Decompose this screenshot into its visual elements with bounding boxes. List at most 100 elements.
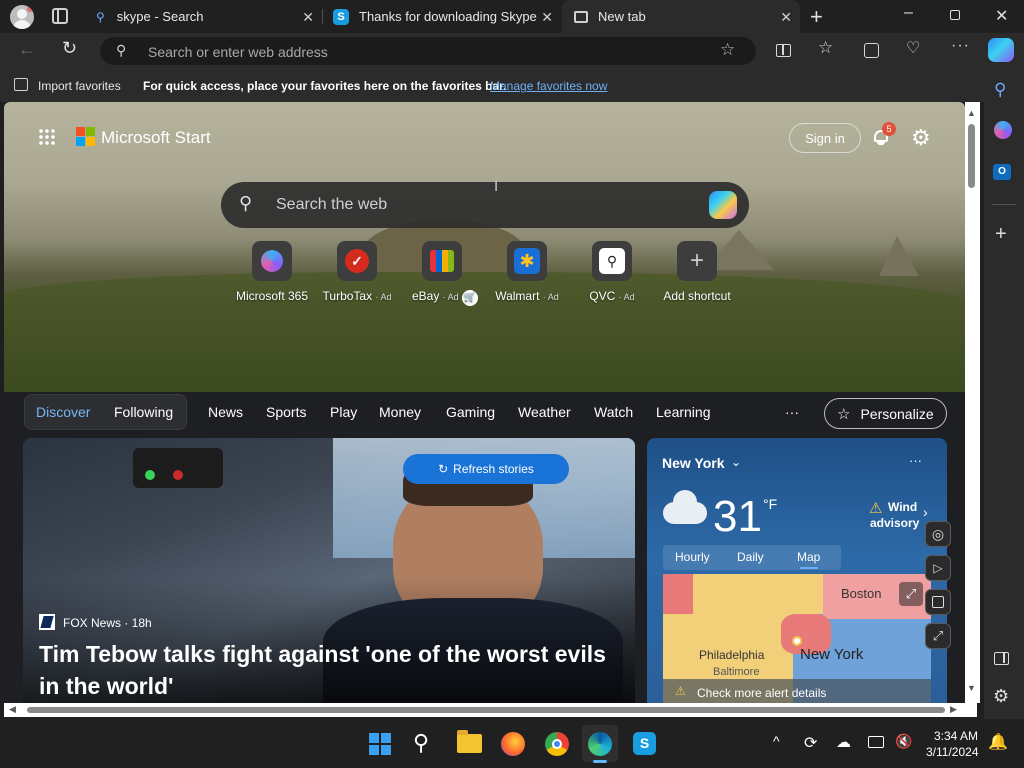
wind-advisory-line1[interactable]: Wind: [888, 500, 917, 514]
favorites-icon[interactable]: ☆: [818, 38, 833, 58]
outlook-icon[interactable]: O: [993, 164, 1011, 180]
scroll-left-arrow-icon[interactable]: ◀: [9, 704, 16, 715]
notification-bell-icon[interactable]: 🔔: [988, 732, 1008, 752]
check-alert-details-link[interactable]: Check more alert details: [697, 686, 826, 700]
scroll-up-arrow-icon[interactable]: ▲: [967, 108, 976, 118]
add-sidebar-app-icon[interactable]: +: [995, 223, 1007, 246]
sidebar-settings-gear-icon[interactable]: ⚙: [993, 686, 1009, 707]
chrome-icon[interactable]: [545, 732, 569, 756]
weather-city[interactable]: New York: [662, 455, 725, 471]
address-bar[interactable]: ⚲ Search or enter web address ☆: [100, 37, 756, 65]
theme-palette-button[interactable]: ◎: [925, 521, 951, 547]
minimize-button[interactable]: –: [904, 4, 913, 22]
browser-essentials-icon[interactable]: ♡: [906, 38, 920, 58]
chevron-right-icon[interactable]: ›: [923, 504, 928, 520]
quick-link-turbotax[interactable]: ✓: [337, 241, 377, 281]
close-tab-icon[interactable]: ✕: [302, 9, 314, 26]
copilot-icon[interactable]: [709, 191, 737, 219]
settings-more-icon[interactable]: ···: [951, 37, 970, 55]
manage-favorites-link[interactable]: Manage favorites now: [490, 79, 607, 93]
cloud-offline-icon[interactable]: ☁: [836, 733, 851, 751]
chevron-down-icon[interactable]: ⌄: [731, 455, 741, 469]
restore-button[interactable]: [950, 10, 960, 20]
scroll-down-arrow-icon[interactable]: ▼: [967, 683, 976, 693]
horizontal-scrollbar[interactable]: ◀ ▶: [4, 703, 977, 717]
skype-taskbar-icon[interactable]: S: [633, 732, 656, 755]
new-tab-button[interactable]: +: [810, 4, 823, 30]
nav-money[interactable]: Money: [379, 404, 421, 420]
close-tab-icon[interactable]: ✕: [780, 9, 792, 26]
refresh-icon[interactable]: ↻: [62, 38, 77, 59]
close-tab-icon[interactable]: ✕: [541, 9, 553, 26]
nav-news[interactable]: News: [208, 404, 243, 420]
web-search-box[interactable]: ⚲ Search the web: [221, 182, 749, 228]
location-dot: [792, 636, 802, 646]
scrollbar-thumb[interactable]: [968, 124, 975, 188]
sidebar-divider: [992, 204, 1016, 205]
weather-card[interactable]: New York ⌄ ··· 31 °F ⚠ Wind advisory › H…: [647, 438, 947, 703]
weather-more-icon[interactable]: ···: [909, 453, 922, 468]
map-label-baltimore: Baltimore: [713, 666, 760, 678]
hide-sidebar-icon[interactable]: [994, 652, 1009, 665]
tab-hourly[interactable]: Hourly: [675, 550, 710, 564]
taskbar-search-icon[interactable]: ⚲: [413, 730, 429, 756]
clock-date[interactable]: 3/11/2024: [926, 745, 979, 759]
tab-discover[interactable]: Discover: [36, 404, 90, 420]
copilot-sidebar-icon[interactable]: [994, 121, 1012, 139]
nav-watch[interactable]: Watch: [594, 404, 633, 420]
network-icon[interactable]: [868, 736, 884, 748]
collections-icon[interactable]: [864, 43, 879, 58]
tab-skype-search[interactable]: ⚲ skype - Search ✕: [84, 0, 322, 33]
edge-icon[interactable]: [588, 732, 612, 756]
clock-time[interactable]: 3:34 AM: [934, 729, 978, 743]
favorite-star-icon[interactable]: ☆: [720, 40, 735, 60]
firefox-icon[interactable]: [501, 732, 525, 756]
apps-launcher-icon[interactable]: [38, 128, 56, 146]
expand-map-icon[interactable]: ⤢: [899, 582, 923, 606]
file-explorer-icon[interactable]: [457, 730, 482, 753]
weather-map[interactable]: Boston Philadelphia Baltimore New York ⤢…: [663, 574, 931, 703]
import-favorites-button[interactable]: Import favorites: [38, 79, 121, 93]
vertical-scrollbar[interactable]: ▲ ▼: [965, 102, 980, 703]
address-input[interactable]: Search or enter web address: [148, 44, 328, 60]
sync-icon[interactable]: ⟳: [804, 733, 817, 753]
page-settings-gear-icon[interactable]: ⚙: [911, 125, 931, 151]
personalize-button[interactable]: ☆ Personalize: [824, 398, 947, 429]
wind-advisory-line2[interactable]: advisory: [870, 516, 919, 530]
nav-play[interactable]: Play: [330, 404, 357, 420]
volume-muted-icon[interactable]: 🔇: [895, 733, 912, 750]
quick-link-walmart[interactable]: ✱: [507, 241, 547, 281]
split-screen-icon[interactable]: [776, 44, 791, 57]
nav-gaming[interactable]: Gaming: [446, 404, 495, 420]
nav-sports[interactable]: Sports: [266, 404, 306, 420]
tab-actions-icon[interactable]: [52, 8, 68, 24]
background-image-button[interactable]: [925, 589, 951, 615]
tab-following[interactable]: Following: [114, 404, 173, 420]
tab-daily[interactable]: Daily: [737, 550, 764, 564]
web-search-input[interactable]: Search the web: [276, 196, 387, 214]
nav-learning[interactable]: Learning: [656, 404, 711, 420]
tab-new-tab[interactable]: New tab ✕: [562, 0, 800, 33]
add-shortcut-button[interactable]: +: [677, 241, 717, 281]
scroll-right-arrow-icon[interactable]: ▶: [950, 704, 957, 715]
sign-in-button[interactable]: Sign in: [789, 123, 861, 153]
play-video-button[interactable]: ▷: [925, 555, 951, 581]
scrollbar-thumb[interactable]: [27, 707, 945, 713]
back-arrow-icon[interactable]: ←: [18, 39, 36, 60]
close-window-button[interactable]: ✕: [995, 6, 1008, 26]
quick-link-ebay[interactable]: [422, 241, 462, 281]
nav-weather[interactable]: Weather: [518, 404, 571, 420]
expand-button[interactable]: ⤢: [925, 623, 951, 649]
copilot-icon[interactable]: [988, 38, 1014, 62]
more-nav-icon[interactable]: ···: [785, 404, 799, 420]
search-icon[interactable]: ⚲: [994, 80, 1006, 100]
tab-thanks-skype[interactable]: S Thanks for downloading Skype ✕: [323, 0, 561, 33]
story-headline[interactable]: Tim Tebow talks fight against 'one of th…: [39, 638, 619, 702]
quick-link-microsoft365[interactable]: [252, 241, 292, 281]
quick-link-qvc[interactable]: ⚲: [592, 241, 632, 281]
show-hidden-icons-chevron-icon[interactable]: ^: [773, 733, 780, 749]
profile-avatar[interactable]: [10, 5, 34, 29]
refresh-stories-button[interactable]: ↻ Refresh stories: [403, 454, 569, 484]
windows-start-icon[interactable]: [369, 733, 391, 755]
tab-map[interactable]: Map: [797, 550, 820, 564]
